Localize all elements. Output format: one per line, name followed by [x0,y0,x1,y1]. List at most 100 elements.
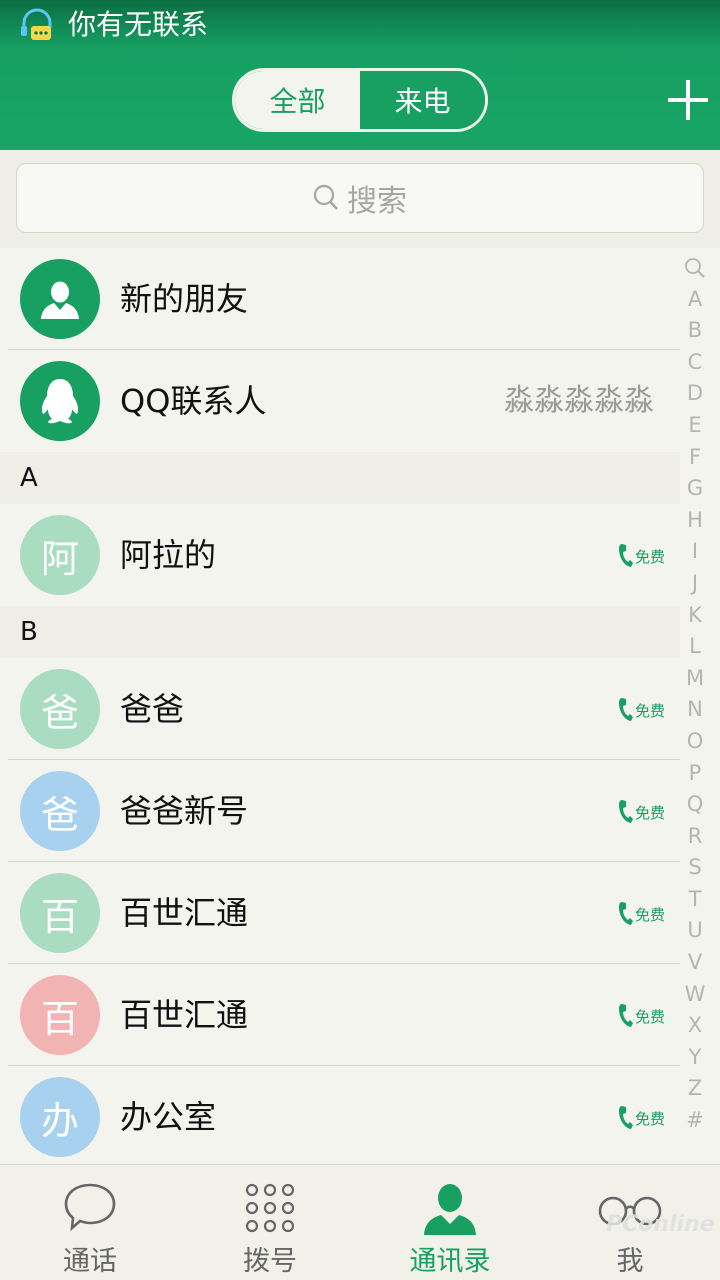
section-header-b: B [0,606,680,658]
dialpad-icon [245,1183,295,1233]
free-call-button[interactable]: 免费 [618,694,665,726]
search-input[interactable]: 搜索 [16,163,704,233]
index-letter[interactable]: D [680,378,710,410]
contact-name: 爸爸 [120,690,185,728]
contact-name: 办公室 [120,1098,217,1136]
index-letter[interactable]: V [680,947,710,979]
contact-row[interactable]: 爸 爸爸新号 免费 [0,760,680,862]
avatar-initial: 爸 [40,690,79,735]
index-letter[interactable]: # [680,1105,710,1137]
nav-tab-calls[interactable]: 通话 [0,1165,180,1280]
index-letter[interactable]: L [680,631,710,663]
free-badge: 免费 [635,1007,666,1026]
avatar: 百 [20,975,100,1055]
phone-icon [619,544,633,567]
tab-all[interactable]: 全部 [235,71,360,129]
free-call-button[interactable]: 免费 [618,1000,665,1032]
row-label: QQ联系人 [120,382,267,420]
contact-name: 百世汇通 [120,996,249,1034]
free-badge: 免费 [635,1109,666,1128]
nav-label: 通话 [63,1246,117,1277]
index-letter[interactable]: F [680,442,710,474]
new-friends-row[interactable]: 新的朋友 [0,248,680,350]
free-badge: 免费 [635,803,666,822]
index-letter[interactable]: U [680,915,710,947]
avatar-initial: 爸 [40,792,79,837]
avatar-initial: 办 [40,1098,79,1143]
contact-row[interactable]: 阿 阿拉的 免费 [0,504,680,606]
qq-penguin-icon [20,361,100,441]
index-letter[interactable]: Y [680,1042,710,1074]
index-letter[interactable]: A [680,284,710,316]
contact-row[interactable]: 百 百世汇通 免费 [0,862,680,964]
plus-icon[interactable] [664,76,712,124]
qq-contacts-row[interactable]: QQ联系人 淼淼淼淼淼 [0,350,680,452]
index-letter[interactable]: Z [680,1073,710,1105]
index-search-icon[interactable] [680,252,710,284]
index-letter[interactable]: K [680,600,710,632]
search-placeholder: 搜索 [347,184,407,219]
contacts-icon [424,1184,476,1235]
avatar: 阿 [20,515,100,595]
index-letter[interactable]: C [680,347,710,379]
index-letter[interactable]: P [680,758,710,790]
free-call-button[interactable]: 免费 [618,898,665,930]
contact-row[interactable]: 百 百世汇通 免费 [0,964,680,1066]
index-letter[interactable]: I [680,536,710,568]
section-letter: A [20,463,38,493]
index-letter[interactable]: G [680,473,710,505]
index-letter[interactable]: T [680,884,710,916]
index-letter[interactable]: H [680,505,710,537]
index-letter[interactable]: R [680,821,710,853]
avatar: 百 [20,873,100,953]
contact-row[interactable]: 办 办公室 免费 [0,1066,680,1168]
nav-label: 我 [616,1246,644,1277]
index-letter[interactable]: M [680,663,710,695]
person-icon [20,259,100,339]
headset-chat-icon [21,8,52,40]
status-bar: 你有无联系 [0,0,720,50]
avatar: 爸 [20,771,100,851]
filter-segmented-control: 全部 来电 [232,68,488,132]
row-label: 新的朋友 [120,280,249,318]
nav-tab-contacts[interactable]: 通讯录 [360,1165,540,1280]
contact-name: 阿拉的 [120,536,217,574]
index-letter[interactable]: E [680,410,710,442]
index-letter[interactable]: X [680,1010,710,1042]
index-letter[interactable]: W [680,979,710,1011]
search-icon [313,184,338,210]
contact-row[interactable]: 爸 爸爸 免费 [0,658,680,760]
avatar-initial: 百 [40,996,79,1041]
row-extra-text: 淼淼淼淼淼 [504,383,654,418]
contact-name: 爸爸新号 [120,792,249,830]
free-call-button[interactable]: 免费 [618,796,665,828]
index-letter[interactable]: O [680,726,710,758]
index-letter[interactable]: B [680,315,710,347]
avatar-initial: 阿 [40,536,79,581]
avatar: 办 [20,1077,100,1157]
free-call-button[interactable]: 免费 [618,540,665,572]
alphabet-index[interactable]: A B C D E F G H I J K L M N O P Q R S T … [680,252,710,1137]
contact-name: 百世汇通 [120,894,249,932]
free-badge: 免费 [635,701,666,720]
index-letter[interactable]: S [680,852,710,884]
avatar-initial: 百 [40,894,79,939]
phone-icon [619,1004,633,1027]
notification-title: 你有无联系 [68,8,209,41]
nav-label: 拨号 [243,1246,297,1277]
avatar: 爸 [20,669,100,749]
phone-icon [619,698,633,721]
index-letter[interactable]: J [680,568,710,600]
section-header-a: A [0,452,680,504]
tab-incoming[interactable]: 来电 [360,71,485,129]
free-badge: 免费 [635,547,666,566]
index-letter[interactable]: N [680,694,710,726]
phone-icon [619,800,633,823]
index-letter[interactable]: Q [680,789,710,821]
nav-tab-dialpad[interactable]: 拨号 [180,1165,360,1280]
free-call-button[interactable]: 免费 [618,1102,665,1134]
phone-icon [619,902,633,925]
free-badge: 免费 [635,905,666,924]
watermark: PConline [606,1212,715,1237]
section-letter: B [20,617,38,647]
